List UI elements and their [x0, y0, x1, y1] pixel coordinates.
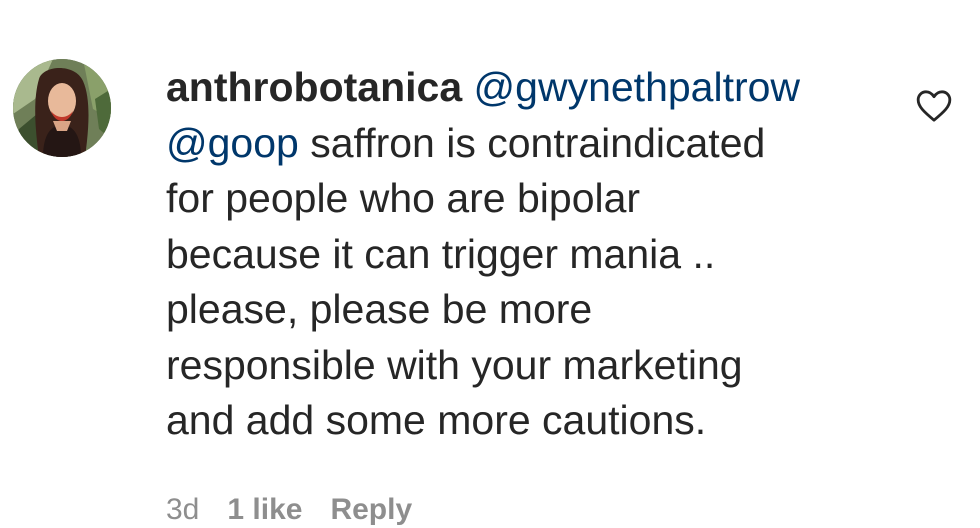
avatar[interactable]	[13, 59, 111, 157]
comment-meta: 3d 1 like Reply	[166, 492, 440, 528]
username-link[interactable]: anthrobotanica	[166, 64, 462, 110]
profile-photo-icon	[13, 59, 111, 157]
comment-line-2: @goop saffron is contraindicated	[166, 116, 866, 172]
comment-line-7: and add some more cautions.	[166, 397, 707, 443]
comment-line-3: for people who are bipolar	[166, 175, 641, 221]
comment-line-6: responsible with your marketing	[166, 341, 743, 388]
comment-line-2-text: saffron is contraindicated	[298, 119, 766, 166]
comment: anthrobotanica @gwynethpaltrow @goop saf…	[0, 0, 980, 526]
comment-text: anthrobotanica @gwynethpaltrow @goop saf…	[166, 60, 866, 449]
like-button[interactable]	[914, 86, 954, 126]
comment-line-1: anthrobotanica @gwynethpaltrow	[166, 60, 866, 116]
mention-goop[interactable]: @goop	[166, 120, 299, 166]
mention-gwynethpaltrow[interactable]: @gwynethpaltrow	[474, 64, 801, 110]
comment-line-4: because it can trigger mania ..	[166, 230, 716, 277]
heart-outline-icon	[916, 90, 952, 122]
comment-line-5: please, please be more	[166, 286, 593, 332]
